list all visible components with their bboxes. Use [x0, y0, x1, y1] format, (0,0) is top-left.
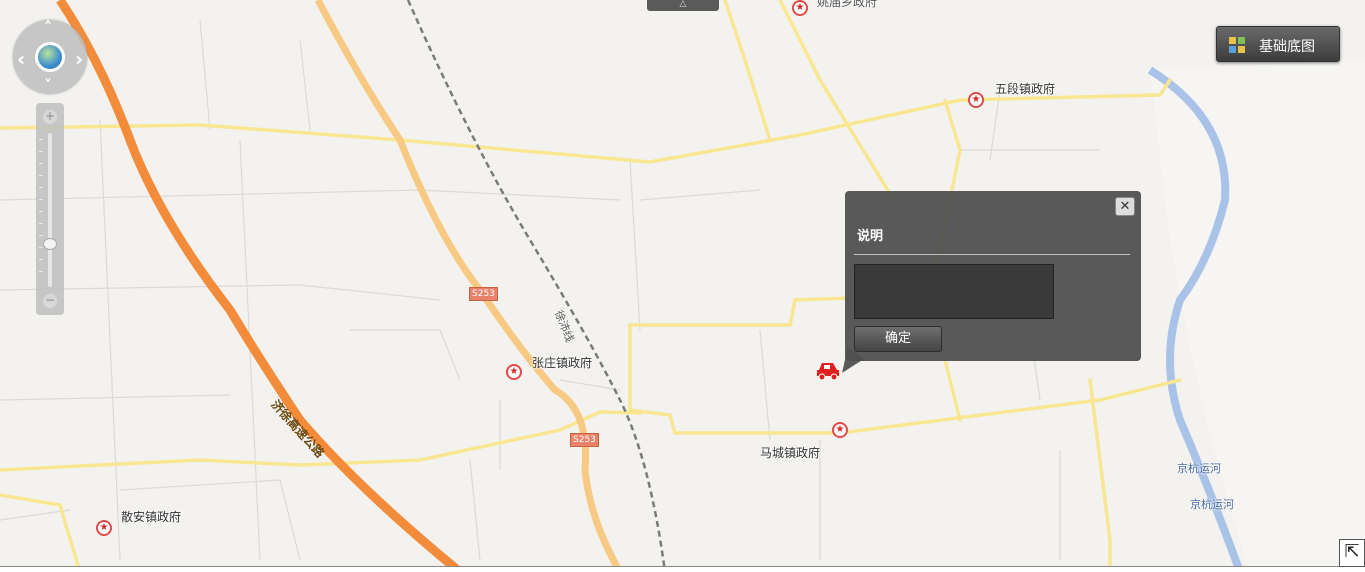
- pan-right-button[interactable]: ›: [75, 47, 83, 71]
- zoom-tick: [39, 235, 43, 236]
- government-icon[interactable]: ★: [792, 0, 808, 16]
- zoom-in-button[interactable]: +: [43, 110, 57, 124]
- close-icon[interactable]: ✕: [1115, 197, 1135, 216]
- zoom-tick: [39, 139, 43, 140]
- place-label-wuduan: 五段镇政府: [995, 82, 1056, 96]
- zoom-track[interactable]: [48, 133, 52, 287]
- pan-left-button[interactable]: ‹: [17, 47, 25, 71]
- dialog-title: 说明: [857, 229, 884, 244]
- pan-down-button[interactable]: ˅: [44, 76, 52, 95]
- zoom-tick: [39, 163, 43, 164]
- bottom-bar: [0, 566, 1365, 572]
- description-input[interactable]: [854, 264, 1054, 319]
- description-dialog: ✕ 说明 确定: [833, 191, 1141, 379]
- dialog-divider: [854, 254, 1130, 255]
- zoom-tick: [39, 259, 43, 260]
- zoom-tick: [39, 199, 43, 200]
- zoom-out-button[interactable]: −: [43, 294, 57, 308]
- road-shield-s253: S253: [570, 433, 599, 447]
- grid-icon: [1229, 37, 1245, 53]
- government-icon[interactable]: ★: [832, 422, 848, 438]
- river-label: 京杭运河: [1177, 462, 1221, 475]
- place-label-top: 姚庙乡政府: [817, 0, 878, 9]
- zoom-tick: [39, 211, 43, 212]
- river-label: 京杭运河: [1190, 498, 1234, 511]
- basemap-button[interactable]: 基础底图: [1216, 26, 1340, 62]
- zoom-handle[interactable]: [43, 237, 57, 250]
- road-shield-s253: S253: [469, 287, 498, 301]
- zoom-tick: [39, 223, 43, 224]
- government-icon[interactable]: ★: [968, 92, 984, 108]
- map-canvas[interactable]: [0, 0, 1365, 572]
- expand-corner-button[interactable]: ⇱: [1339, 539, 1365, 567]
- confirm-button[interactable]: 确定: [854, 326, 942, 352]
- globe-icon[interactable]: [35, 42, 65, 72]
- zoom-tick: [39, 175, 43, 176]
- government-icon[interactable]: ★: [506, 364, 522, 380]
- zoom-tick: [39, 271, 43, 272]
- pan-up-button[interactable]: ˄: [44, 18, 52, 37]
- place-label-sanan: 散安镇政府: [121, 510, 182, 524]
- basemap-button-label: 基础底图: [1259, 39, 1315, 55]
- place-label-zhangzhuang: 张庄镇政府: [532, 356, 593, 370]
- zoom-tick: [39, 151, 43, 152]
- place-label-macheng: 马城镇政府: [760, 446, 821, 460]
- zoom-slider[interactable]: + −: [36, 103, 64, 315]
- top-panel-toggle[interactable]: △: [647, 0, 719, 11]
- government-icon[interactable]: ★: [96, 520, 112, 536]
- zoom-tick: [39, 187, 43, 188]
- zoom-tick: [39, 247, 43, 248]
- pan-control[interactable]: ‹ › ˄ ˅: [13, 18, 87, 95]
